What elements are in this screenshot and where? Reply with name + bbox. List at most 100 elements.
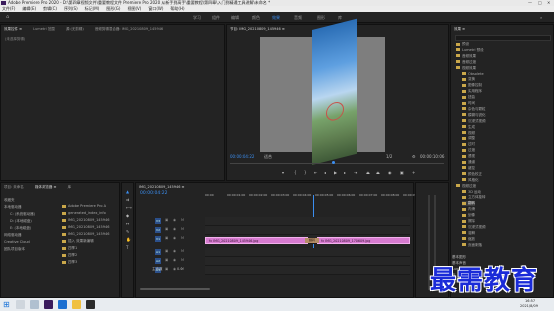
- lock-icon[interactable]: ▣: [165, 236, 168, 240]
- media-file-item[interactable]: 四季3: [62, 260, 77, 265]
- effects-tree-item[interactable]: 生成: [462, 125, 475, 130]
- add-marker-icon[interactable]: ▾: [282, 170, 284, 175]
- effects-tree-item[interactable]: 模糊与锐化: [462, 113, 486, 118]
- media-tree-item[interactable]: Creative Cloud: [4, 240, 30, 244]
- premiere-taskbar-icon[interactable]: [44, 300, 53, 309]
- effects-tree-item[interactable]: 键控: [462, 166, 475, 171]
- media-tree-item[interactable]: 收藏夹: [4, 198, 15, 203]
- tab-lumetri-scopes[interactable]: Lumetri 范围: [33, 27, 55, 31]
- track-header-a2[interactable]: A2: [155, 258, 161, 264]
- type-tool-icon[interactable]: T: [126, 245, 128, 250]
- effects-search-input[interactable]: [455, 35, 551, 41]
- tab-audio-mixer[interactable]: 音频剪辑混合器: IMG_20210809_145946: [95, 27, 163, 31]
- effects-tree-item[interactable]: 过时: [462, 142, 475, 147]
- tab-effects[interactable]: 效果 ≡: [454, 27, 465, 31]
- pen-tool-icon[interactable]: ✎: [126, 229, 129, 234]
- menu-marker[interactable]: 标记(M): [85, 6, 100, 11]
- track-lane[interactable]: [205, 226, 410, 235]
- hand-tool-icon[interactable]: ✋: [126, 237, 131, 242]
- mute-icon[interactable]: M: [181, 227, 184, 231]
- media-tree-item[interactable]: D: (本地磁盘): [10, 219, 32, 224]
- effects-tree-item[interactable]: 音频效果: [456, 54, 476, 59]
- lift-icon[interactable]: ⏏: [366, 170, 370, 175]
- lock-icon[interactable]: ▣: [165, 258, 168, 262]
- extract-icon[interactable]: ⏏: [376, 170, 380, 175]
- menu-view[interactable]: 视图(V): [127, 6, 141, 11]
- mark-out-icon[interactable]: }: [304, 170, 307, 175]
- tab-project[interactable]: 项目: 未命名: [4, 185, 24, 189]
- track-lane[interactable]: [205, 248, 410, 257]
- effects-tree-item[interactable]: 扭曲: [462, 95, 475, 100]
- eye-icon[interactable]: ◉: [173, 236, 176, 240]
- effects-tree-item[interactable]: 立方体旋转: [462, 195, 486, 200]
- effects-tree-item[interactable]: 溶解: [462, 231, 475, 236]
- tab-program[interactable]: 节目: IMG_20210809_145946 ≡: [230, 27, 285, 31]
- effects-tree-item[interactable]: 3D 运动: [462, 190, 481, 195]
- effects-tree-item[interactable]: 变换: [462, 77, 475, 82]
- timeline-timecode[interactable]: 00:00:04:22: [140, 191, 167, 196]
- tab-media-browser[interactable]: 媒体浏览器 ≡: [35, 185, 57, 189]
- track-lane[interactable]: [205, 266, 410, 275]
- selection-tool-icon[interactable]: ▲: [126, 189, 129, 194]
- app-taskbar-icon[interactable]: [86, 300, 95, 309]
- program-playhead[interactable]: [332, 161, 335, 164]
- menu-clip[interactable]: 剪辑(C): [43, 6, 57, 11]
- workspace-effects[interactable]: 效果: [272, 15, 280, 21]
- lock-icon[interactable]: ▣: [165, 249, 168, 253]
- effects-tree-item[interactable]: 调整: [462, 136, 475, 141]
- effects-tree-item[interactable]: 风格化: [462, 178, 479, 183]
- workspace-editing[interactable]: 编辑: [231, 15, 239, 21]
- effects-tree-item[interactable]: 擦除: [462, 219, 475, 224]
- task-view-icon[interactable]: [30, 300, 39, 309]
- step-back-icon[interactable]: ◂: [324, 170, 326, 175]
- program-current-timecode[interactable]: 00:00:04:22: [230, 154, 254, 159]
- tab-effect-controls[interactable]: 效果控件 ≡: [4, 27, 22, 31]
- workspace-assembly[interactable]: 组件: [212, 15, 220, 21]
- menu-sequence[interactable]: 序列(S): [64, 6, 78, 11]
- media-file-item[interactable]: generated_index_info: [62, 211, 106, 215]
- effects-tree-item[interactable]: 视频: [462, 131, 475, 136]
- mute-icon[interactable]: M: [181, 236, 184, 240]
- lock-icon[interactable]: ▣: [165, 218, 168, 222]
- eye-icon[interactable]: ◉: [173, 258, 176, 262]
- effects-tree-item[interactable]: Obsolete: [462, 72, 484, 76]
- explorer-taskbar-icon[interactable]: [72, 300, 81, 309]
- workspace-libraries[interactable]: 库: [338, 15, 342, 21]
- effects-tree-item[interactable]: 页面剥落: [462, 243, 482, 248]
- effects-tree-item[interactable]: 缩放: [462, 237, 475, 242]
- media-tree-item[interactable]: C: (系统驱动器): [10, 212, 35, 217]
- effects-tree-item[interactable]: 颜色校正: [462, 172, 482, 177]
- slip-tool-icon[interactable]: ↔: [126, 221, 129, 226]
- effects-tree-item[interactable]: 沉浸式视频: [462, 119, 486, 124]
- workspace-learn[interactable]: 学习: [193, 15, 201, 21]
- eye-icon[interactable]: ◉: [173, 267, 176, 271]
- effects-tree-item[interactable]: 杂色与颗粒: [462, 107, 486, 112]
- media-tree-item[interactable]: 本地驱动器: [4, 205, 22, 210]
- settings-icon[interactable]: ⚙: [412, 154, 416, 159]
- effects-tree-item[interactable]: 实用程序: [462, 89, 482, 94]
- effects-tree-item[interactable]: 翻转: [462, 201, 475, 207]
- effects-tree-item[interactable]: 通道: [462, 160, 475, 165]
- razor-tool-icon[interactable]: ◆: [126, 213, 129, 218]
- effects-tree-item[interactable]: 音频过渡: [456, 60, 476, 65]
- effects-tree-item[interactable]: 内滑: [462, 207, 475, 212]
- mute-icon[interactable]: M: [181, 249, 184, 253]
- tab-libraries[interactable]: 库: [68, 185, 72, 189]
- mark-in-icon[interactable]: {: [294, 170, 297, 175]
- media-file-item[interactable]: 插入 效果新编辑: [62, 239, 94, 244]
- track-header-a1[interactable]: A1: [155, 249, 161, 255]
- step-forward-icon[interactable]: ▸: [344, 170, 346, 175]
- track-select-tool-icon[interactable]: ⇉: [126, 197, 129, 202]
- flip-transition[interactable]: 翻转: [305, 238, 319, 243]
- workspace-audio[interactable]: 音频: [294, 15, 302, 21]
- effects-tree-item[interactable]: 透视: [462, 154, 475, 159]
- go-to-in-icon[interactable]: ⇤: [314, 170, 317, 175]
- resolution-dropdown[interactable]: 1/2: [386, 154, 392, 159]
- master-volume-value[interactable]: 0.0: [177, 267, 183, 271]
- media-tree-item[interactable]: 网络驱动器: [4, 233, 22, 238]
- track-header-v2[interactable]: V2: [155, 227, 161, 233]
- compare-icon[interactable]: ▣: [400, 170, 404, 175]
- play-icon[interactable]: ▶: [334, 170, 337, 175]
- menu-file[interactable]: 文件(F): [2, 6, 15, 11]
- workspace-graphics[interactable]: 图形: [317, 15, 325, 21]
